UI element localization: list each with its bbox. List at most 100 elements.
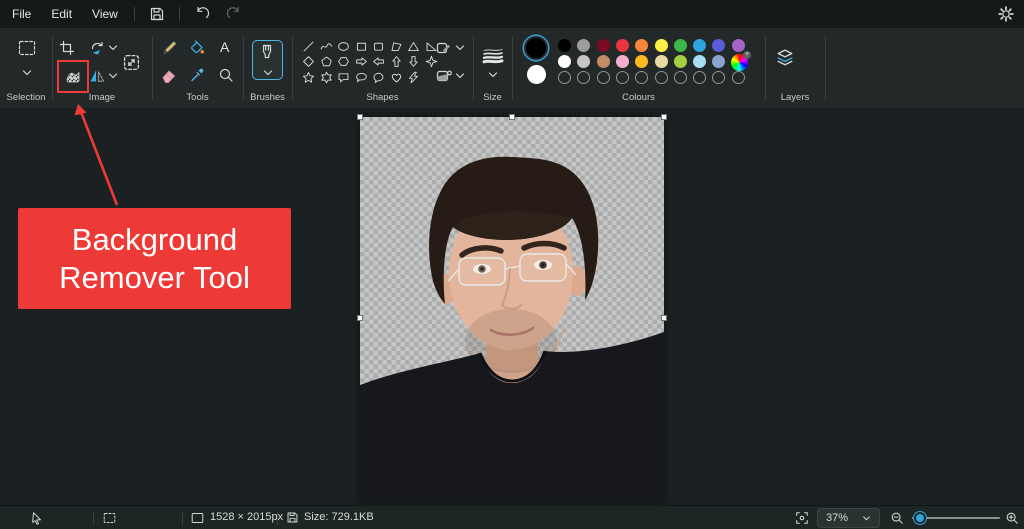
palette-colour[interactable] (693, 55, 706, 68)
palette-colour[interactable] (597, 39, 610, 52)
shape-diamond[interactable] (300, 54, 318, 69)
palette-colour[interactable] (635, 55, 648, 68)
crop-icon[interactable] (59, 40, 75, 56)
menu-view[interactable]: View (82, 0, 128, 28)
palette-colour[interactable] (712, 39, 725, 52)
selection-handle-top-right[interactable] (661, 114, 667, 120)
shape-rectangle[interactable] (353, 39, 371, 54)
shape-triangle[interactable] (405, 39, 423, 54)
redo-icon[interactable] (226, 6, 242, 22)
shape-polygon[interactable] (388, 39, 406, 54)
shape-callout-round[interactable] (370, 70, 388, 85)
palette-empty-slot[interactable] (635, 71, 648, 84)
palette-colour[interactable] (597, 55, 610, 68)
shape-fill-chevron-icon[interactable] (455, 73, 465, 79)
palette-colour[interactable] (635, 39, 648, 52)
palette-colour[interactable] (616, 39, 629, 52)
pencil-icon[interactable] (162, 40, 178, 56)
shape-line[interactable] (300, 39, 318, 54)
palette-empty-slot[interactable] (558, 71, 571, 84)
selection-handle-top-left[interactable] (357, 114, 363, 120)
shape-callout-oval[interactable] (353, 70, 371, 85)
rotate-icon[interactable] (89, 40, 105, 56)
shape-callout-rectangle[interactable] (335, 70, 353, 85)
eraser-icon[interactable] (161, 67, 177, 83)
edit-colours-wheel-icon[interactable]: + (731, 54, 748, 71)
shape-oval[interactable] (335, 39, 353, 54)
selection-handle-top-middle[interactable] (509, 114, 515, 120)
palette-empty-slot[interactable] (597, 71, 610, 84)
palette-colour[interactable] (674, 55, 687, 68)
shape-arrow-right[interactable] (353, 54, 371, 69)
shape-hexagon[interactable] (335, 54, 353, 69)
palette-empty-slot[interactable] (693, 71, 706, 84)
shape-heart[interactable] (388, 70, 406, 85)
text-tool-icon[interactable]: A (220, 40, 229, 54)
undo-icon[interactable] (194, 6, 210, 22)
layers-icon[interactable] (776, 48, 794, 68)
annotation-line-1: Background (72, 221, 237, 259)
color-picker-icon[interactable] (189, 67, 205, 83)
zoom-slider-thumb[interactable] (914, 512, 926, 524)
palette-colour[interactable] (558, 39, 571, 52)
palette-colour[interactable] (577, 55, 590, 68)
palette-empty-slot[interactable] (655, 71, 668, 84)
shape-outline-icon[interactable] (436, 41, 452, 55)
background-colour-swatch[interactable] (527, 65, 546, 84)
flip-icon[interactable] (89, 68, 105, 84)
image-canvas[interactable] (360, 117, 664, 503)
palette-colour[interactable] (655, 39, 668, 52)
shape-star-6[interactable] (318, 70, 336, 85)
palette-colour[interactable] (616, 55, 629, 68)
settings-gear-icon[interactable] (998, 6, 1014, 22)
shape-star-4[interactable] (423, 54, 441, 69)
shape-pentagon[interactable] (318, 54, 336, 69)
palette-colour[interactable] (558, 55, 571, 68)
fit-to-screen-icon[interactable] (795, 511, 809, 525)
shape-arrow-down[interactable] (405, 54, 423, 69)
shape-outline-chevron-icon[interactable] (455, 45, 465, 51)
shape-arrow-up[interactable] (388, 54, 406, 69)
shape-arrow-left[interactable] (370, 54, 388, 69)
resize-image-icon[interactable] (123, 54, 140, 71)
file-size-icon (286, 511, 299, 524)
zoom-level-dropdown[interactable]: 37% (817, 508, 880, 528)
flip-dropdown-chevron-icon[interactable] (108, 73, 118, 79)
palette-colour[interactable] (693, 39, 706, 52)
group-label-layers: Layers (765, 92, 825, 103)
zoom-out-icon[interactable] (890, 511, 904, 525)
rectangle-select-icon[interactable] (18, 40, 36, 56)
fill-bucket-icon[interactable] (189, 40, 205, 56)
palette-empty-slot[interactable] (616, 71, 629, 84)
rotate-dropdown-chevron-icon[interactable] (108, 45, 118, 51)
palette-empty-slot[interactable] (712, 71, 725, 84)
selection-dropdown-chevron-icon[interactable] (22, 70, 32, 76)
line-size-icon[interactable] (482, 46, 504, 64)
shape-star-5[interactable] (300, 70, 318, 85)
shape-rounded-rectangle[interactable] (370, 39, 388, 54)
zoom-in-icon[interactable] (1005, 511, 1019, 525)
selection-handle-middle-right[interactable] (661, 315, 667, 321)
shape-fill-icon[interactable] (436, 69, 452, 83)
palette-empty-slot[interactable] (732, 71, 745, 84)
palette-colour[interactable] (577, 39, 590, 52)
menu-edit[interactable]: Edit (41, 0, 82, 28)
shape-curve[interactable] (318, 39, 336, 54)
menu-file[interactable]: File (2, 0, 41, 28)
selection-handle-middle-left[interactable] (357, 315, 363, 321)
palette-colour[interactable] (732, 39, 745, 52)
brush-selected-frame[interactable] (252, 40, 283, 80)
size-dropdown-chevron-icon[interactable] (488, 72, 498, 78)
save-icon[interactable] (149, 6, 165, 22)
foreground-colour-swatch[interactable] (526, 38, 546, 58)
palette-colour[interactable] (712, 55, 725, 68)
palette-colour[interactable] (655, 55, 668, 68)
palette-empty-slot[interactable] (674, 71, 687, 84)
palette-empty-slot[interactable] (577, 71, 590, 84)
magnifier-tool-icon[interactable] (218, 67, 234, 83)
palette-colour[interactable] (674, 39, 687, 52)
group-label-size: Size (473, 92, 512, 103)
shape-lightning[interactable] (405, 70, 423, 85)
group-label-tools: Tools (152, 92, 243, 103)
group-label-colours: Colours (512, 92, 765, 103)
